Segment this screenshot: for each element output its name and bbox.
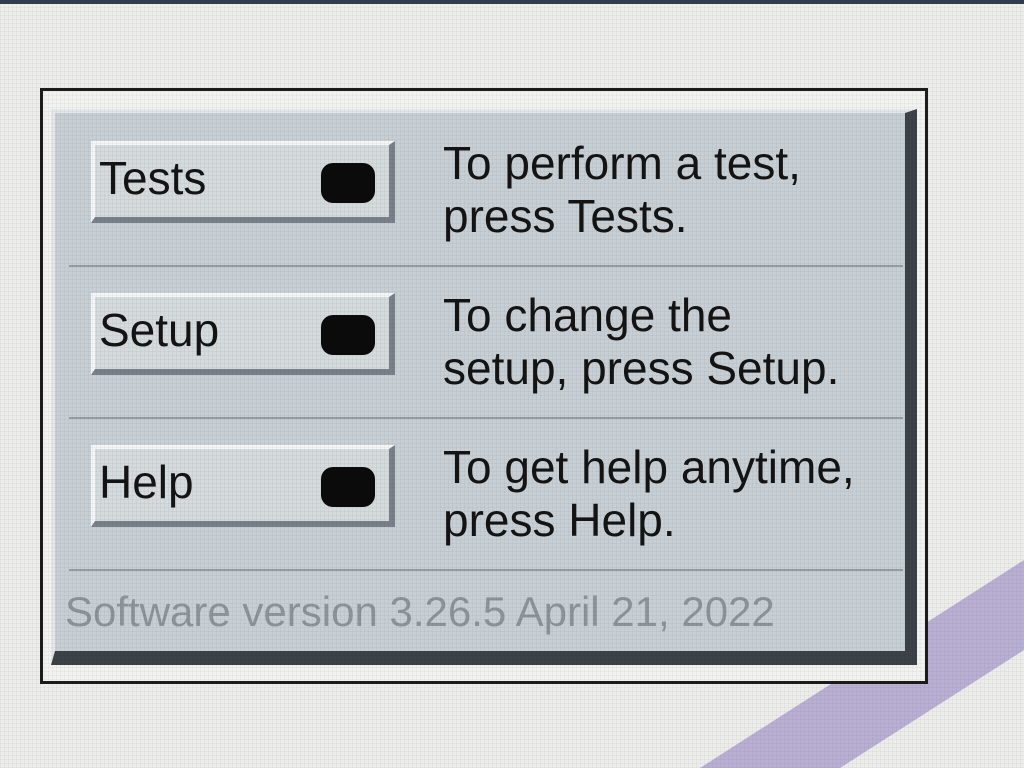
- menu-panel: Tests To perform a test, press Tests. Se…: [51, 109, 917, 665]
- setup-description-line1: To change the: [443, 289, 733, 341]
- tests-description-line1: To perform a test,: [443, 137, 801, 189]
- setup-description-line2: setup, press Setup.: [443, 342, 840, 394]
- help-description: To get help anytime, press Help.: [443, 441, 903, 547]
- software-version-text: Software version 3.26.5 April 21, 2022: [65, 588, 775, 635]
- tests-button-label: Tests: [99, 152, 207, 204]
- tests-description: To perform a test, press Tests.: [443, 137, 903, 243]
- help-button-label: Help: [99, 456, 194, 508]
- tests-button[interactable]: Tests: [91, 141, 395, 223]
- setup-description: To change the setup, press Setup.: [443, 289, 903, 395]
- help-button[interactable]: Help: [91, 445, 395, 527]
- menu-row-setup: Setup To change the setup, press Setup.: [69, 271, 903, 419]
- help-description-line2: press Help.: [443, 494, 676, 546]
- indicator-led-icon: [321, 315, 375, 355]
- setup-button-label: Setup: [99, 304, 220, 356]
- indicator-led-icon: [321, 467, 375, 507]
- indicator-led-icon: [321, 163, 375, 203]
- setup-button[interactable]: Setup: [91, 293, 395, 375]
- tests-description-line2: press Tests.: [443, 190, 688, 242]
- main-menu-window: Tests To perform a test, press Tests. Se…: [40, 88, 928, 684]
- help-description-line1: To get help anytime,: [443, 441, 855, 493]
- menu-row-help: Help To get help anytime, press Help.: [69, 423, 903, 571]
- menu-row-tests: Tests To perform a test, press Tests.: [69, 119, 903, 267]
